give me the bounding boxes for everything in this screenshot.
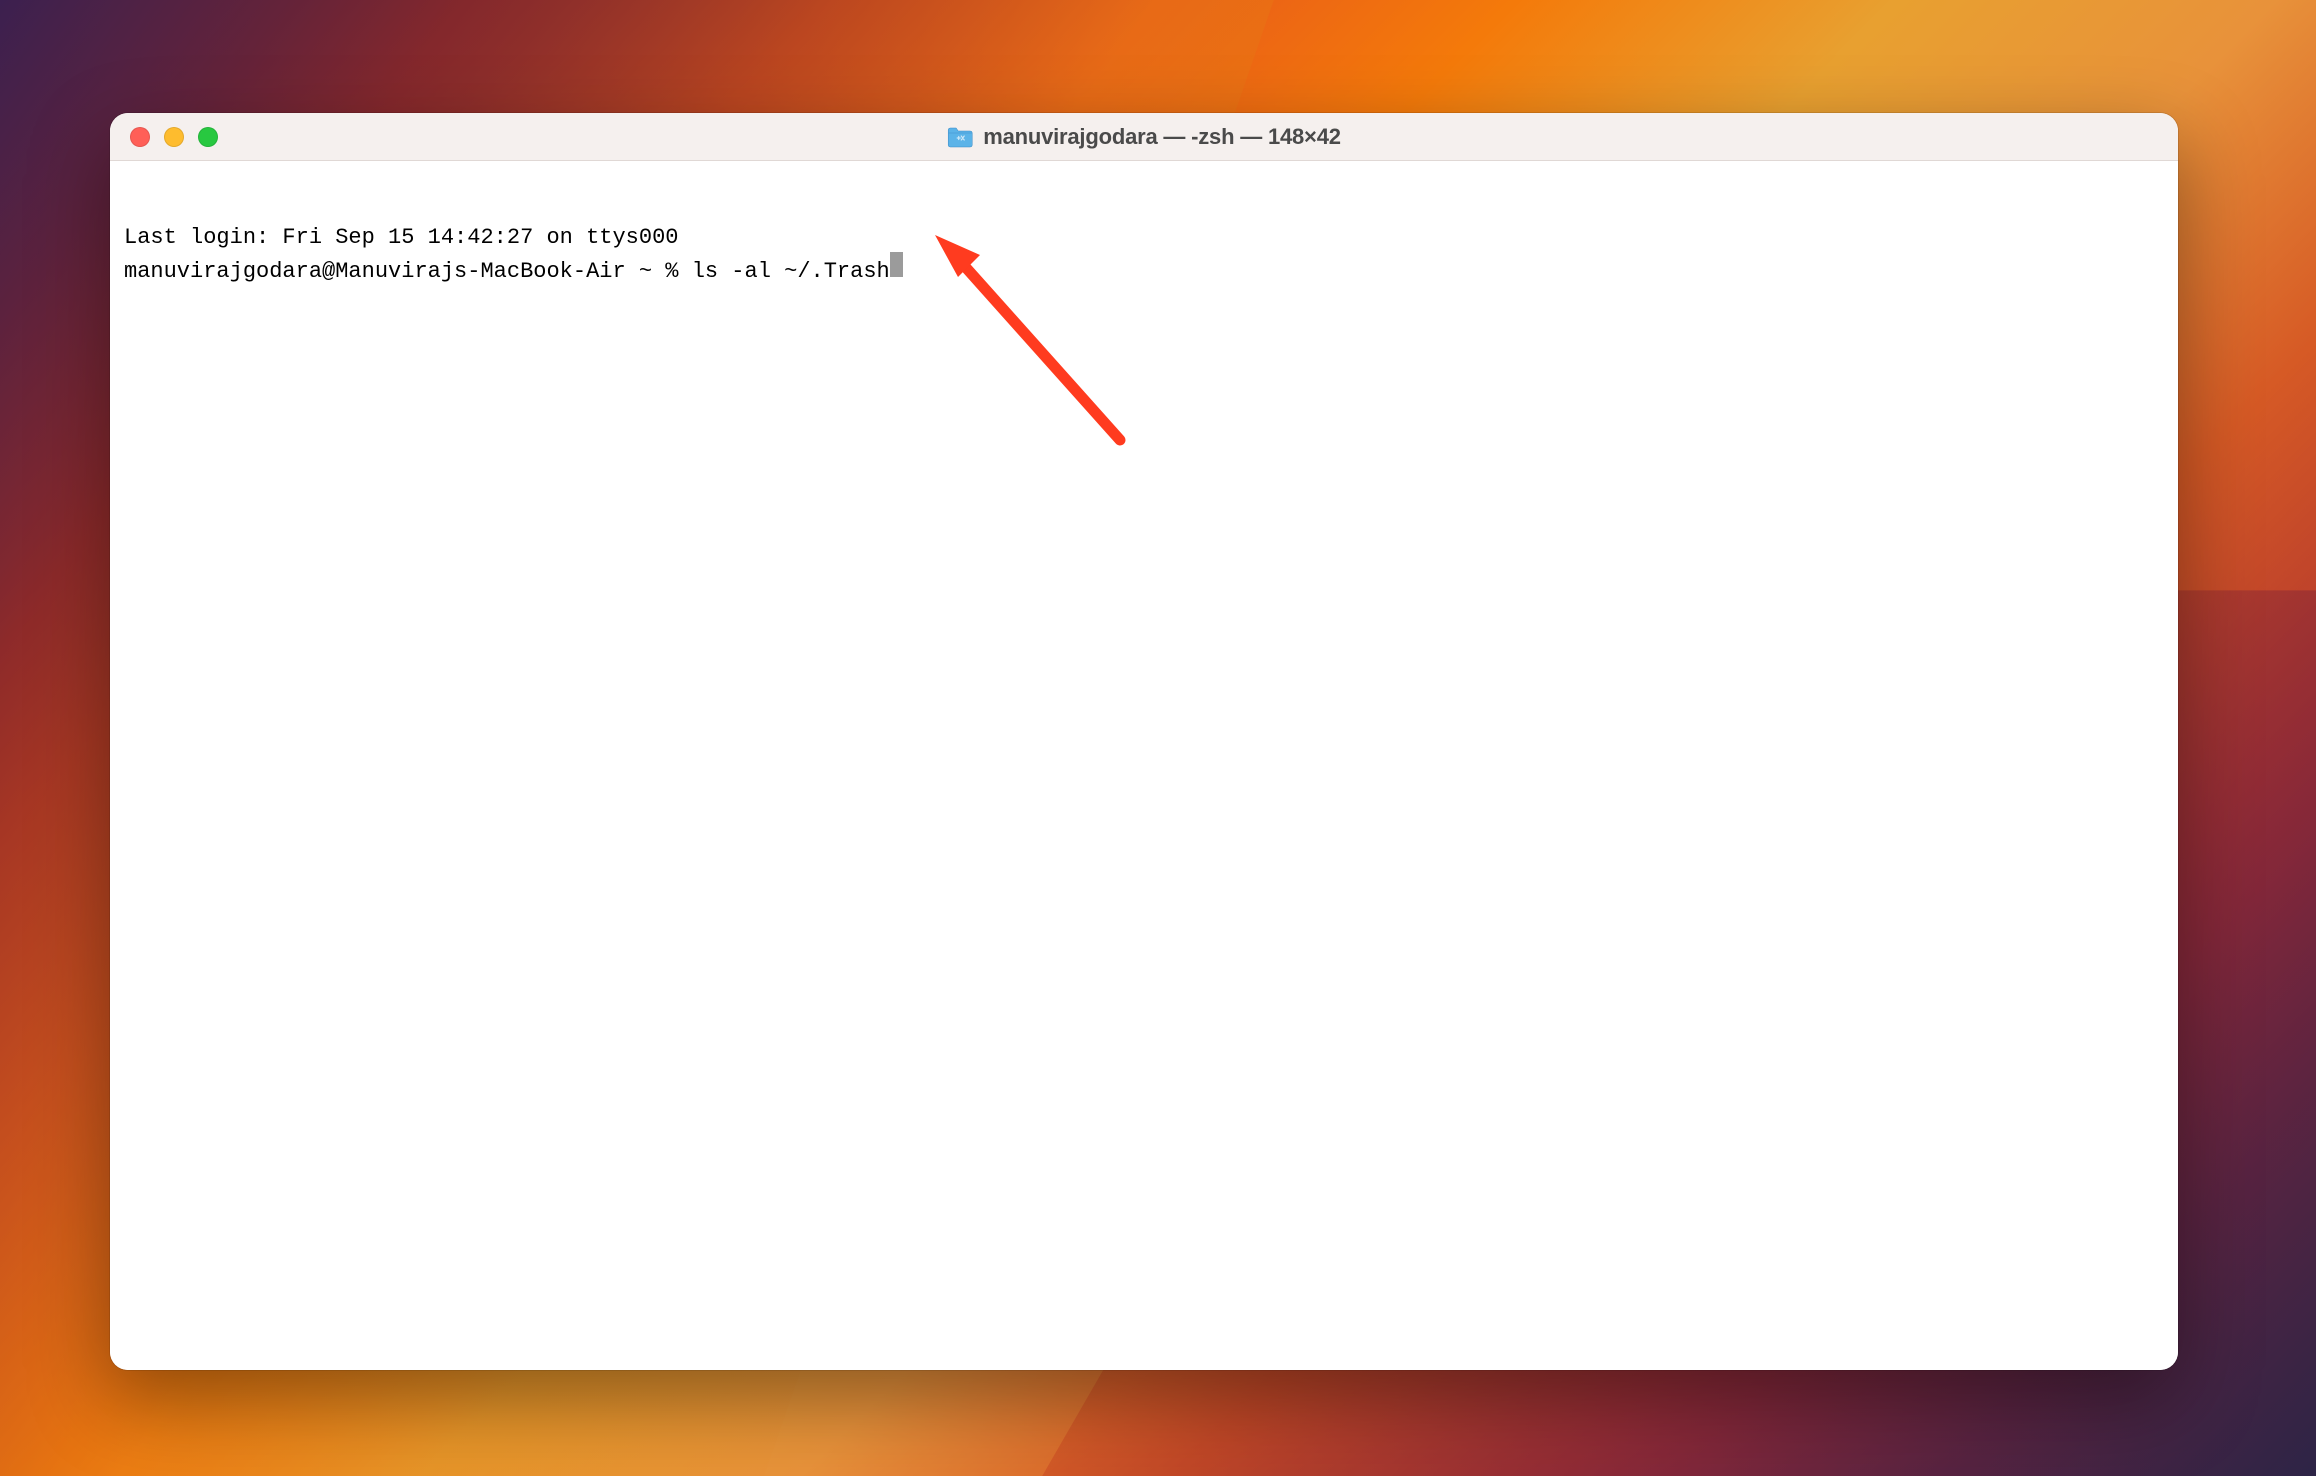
title-center: manuvirajgodara — -zsh — 148×42 [947,124,1341,150]
command-input[interactable]: ls -al ~/.Trash [692,258,890,286]
cursor [890,252,903,277]
maximize-button[interactable] [198,127,218,147]
terminal-content[interactable]: Last login: Fri Sep 15 14:42:27 on ttys0… [110,161,2178,1370]
folder-icon [947,126,973,148]
window-title: manuvirajgodara — -zsh — 148×42 [983,124,1341,150]
window-titlebar[interactable]: manuvirajgodara — -zsh — 148×42 [110,113,2178,161]
close-button[interactable] [130,127,150,147]
shell-prompt: manuvirajgodara@Manuvirajs-MacBook-Air ~… [124,258,692,286]
prompt-line: manuvirajgodara@Manuvirajs-MacBook-Air ~… [124,252,2164,286]
terminal-window: manuvirajgodara — -zsh — 148×42 Last log… [110,113,2178,1370]
login-line: Last login: Fri Sep 15 14:42:27 on ttys0… [124,224,2164,252]
window-controls [110,127,218,147]
minimize-button[interactable] [164,127,184,147]
